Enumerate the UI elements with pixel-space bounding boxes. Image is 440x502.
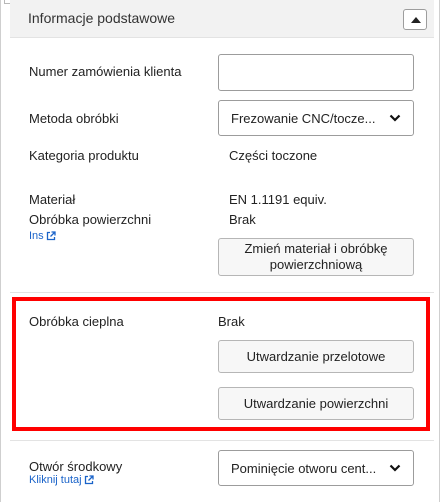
chevron-down-icon (389, 114, 401, 122)
click-here-link[interactable]: Kliknij tutaj (29, 474, 94, 486)
method-select[interactable]: Frezowanie CNC/tocze... (218, 100, 414, 136)
surface-label: Obróbka powierzchni (29, 212, 152, 227)
order-number-label: Numer zamówienia klienta (29, 64, 182, 79)
center-hole-label: Otwór środkowy (29, 459, 123, 474)
divider (10, 440, 434, 441)
external-link-icon (84, 475, 94, 485)
section-title: Informacje podstawowe (28, 10, 176, 26)
center-hole-select-value: Pominięcie otworu cent... (231, 461, 377, 476)
collapse-button[interactable] (403, 9, 427, 30)
heat-treatment-label: Obróbka cieplna (29, 314, 124, 329)
center-hole-select[interactable]: Pominięcie otworu cent... (218, 450, 414, 486)
method-label: Metoda obróbki (29, 111, 119, 126)
section-header: Informacje podstawowe (10, 0, 434, 38)
material-value: EN 1.1191 equiv. (229, 192, 327, 207)
change-material-button[interactable]: Zmień materiał i obróbkę powierzchniową (218, 238, 414, 276)
chevron-down-icon (389, 464, 401, 472)
page: Informacje podstawowe Numer zamówienia k… (0, 0, 440, 502)
ins-link-text: Ins (29, 230, 44, 242)
click-here-link-text: Kliknij tutaj (29, 474, 82, 486)
ins-link[interactable]: Ins (29, 230, 56, 242)
surface-value: Brak (229, 212, 256, 227)
through-hardening-button[interactable]: Utwardzanie przelotowe (218, 340, 414, 373)
order-number-input[interactable] (218, 54, 414, 91)
method-select-value: Frezowanie CNC/tocze... (231, 111, 376, 126)
category-label: Kategoria produktu (29, 148, 139, 163)
material-label: Materiał (29, 192, 76, 207)
surface-hardening-button[interactable]: Utwardzanie powierzchni (218, 387, 414, 420)
divider (10, 292, 434, 293)
category-value: Części toczone (229, 148, 318, 163)
heat-treatment-value: Brak (218, 314, 245, 329)
external-link-icon (46, 231, 56, 241)
triangle-up-icon (411, 17, 421, 23)
